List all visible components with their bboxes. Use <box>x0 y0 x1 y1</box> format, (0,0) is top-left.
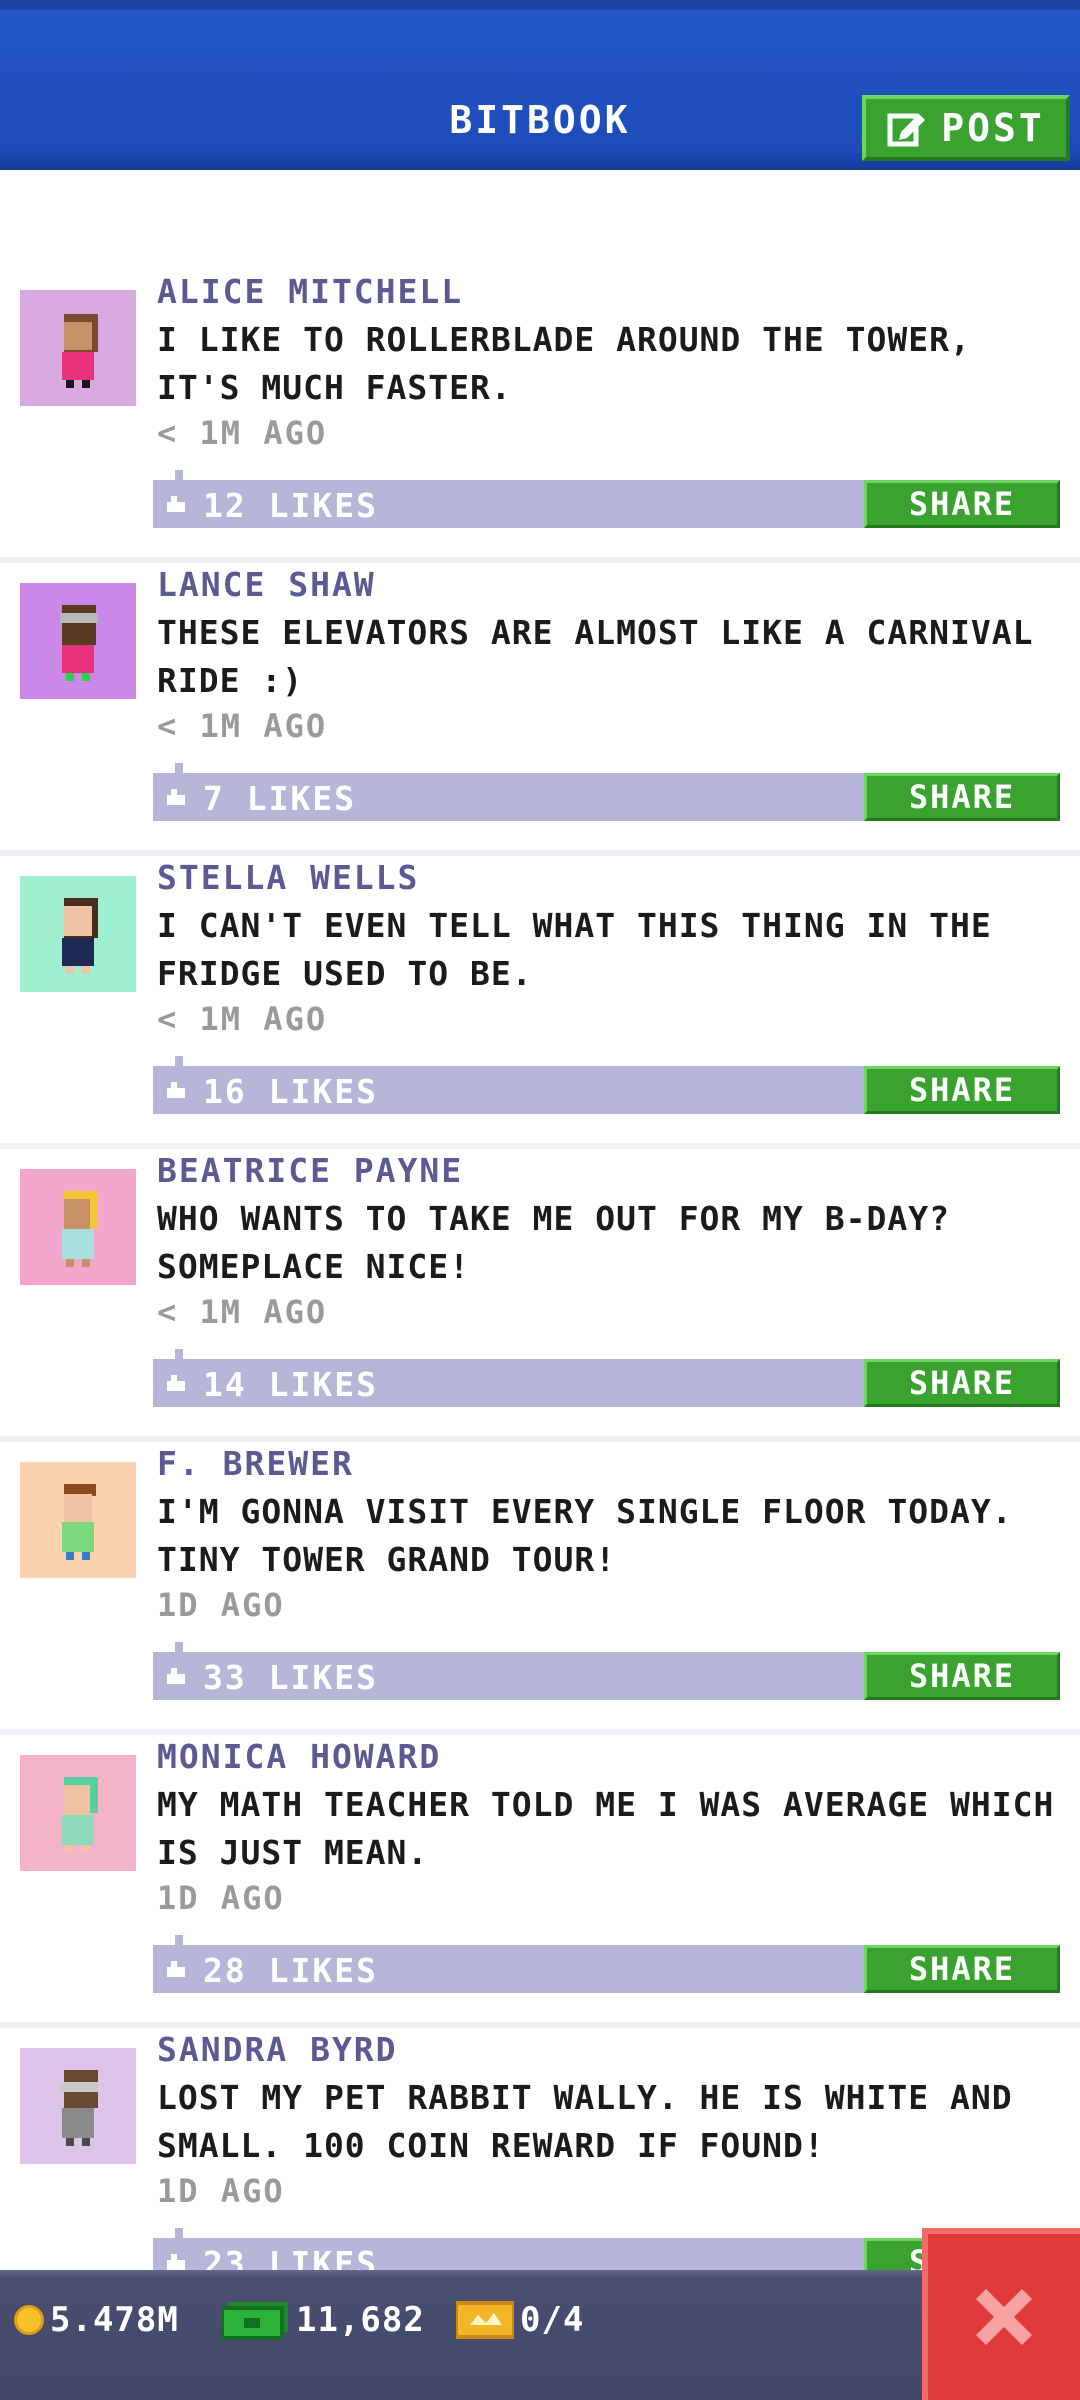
post-author[interactable]: SANDRA BYRD <box>157 2030 398 2069</box>
list-item: SANDRA BYRD LOST MY PET RABBIT WALLY. HE… <box>0 2028 1080 2270</box>
thumbs-up-icon <box>167 1082 185 1098</box>
like-bar[interactable]: 33 LIKES SHARE <box>153 1642 1060 1700</box>
thumbs-up-icon <box>167 2254 185 2270</box>
share-button[interactable]: SHARE <box>864 1945 1060 1993</box>
like-bar[interactable]: 7 LIKES SHARE <box>153 763 1060 821</box>
thumbs-up-icon <box>167 1668 185 1684</box>
post-author[interactable]: STELLA WELLS <box>157 858 419 897</box>
header: BITBOOK POST <box>0 0 1080 170</box>
close-icon <box>976 2289 1032 2345</box>
avatar <box>20 290 136 406</box>
tickets-stat: 0/4 <box>456 2300 584 2340</box>
like-count: 14 LIKES <box>203 1365 378 1404</box>
post-button[interactable]: POST <box>862 95 1070 161</box>
like-count: 28 LIKES <box>203 1951 378 1990</box>
post-timestamp: < 1M AGO <box>157 1000 328 1038</box>
avatar <box>20 2048 136 2164</box>
like-count: 16 LIKES <box>203 1072 378 1111</box>
status-bar: 5.478M 11,682 0/4 <box>0 2270 1080 2400</box>
post-message: MY MATH TEACHER TOLD ME I WAS AVERAGE WH… <box>157 1785 1055 1872</box>
post-message: I CAN'T EVEN TELL WHAT THIS THING IN THE… <box>157 906 992 993</box>
thumbs-up-icon <box>167 789 185 805</box>
avatar <box>20 1169 136 1285</box>
post-message: THESE ELEVATORS ARE ALMOST LIKE A CARNIV… <box>157 613 1034 700</box>
like-count: 7 LIKES <box>203 779 357 818</box>
share-button[interactable]: SHARE <box>864 1359 1060 1407</box>
list-item: STELLA WELLS I CAN'T EVEN TELL WHAT THIS… <box>0 856 1080 1149</box>
coins-value: 5.478M <box>50 2300 179 2340</box>
list-item: ALICE MITCHELL I LIKE TO ROLLERBLADE ARO… <box>0 270 1080 563</box>
post-timestamp: < 1M AGO <box>157 707 328 745</box>
post-author[interactable]: BEATRICE PAYNE <box>157 1151 463 1190</box>
post-timestamp: 1D AGO <box>157 1879 285 1917</box>
like-count: 23 LIKES <box>203 2244 378 2270</box>
coins-stat: 5.478M <box>14 2300 179 2340</box>
tickets-value: 0/4 <box>520 2300 585 2340</box>
post-timestamp: 1D AGO <box>157 2172 285 2210</box>
thumbs-up-icon <box>167 1375 185 1391</box>
list-item: BEATRICE PAYNE WHO WANTS TO TAKE ME OUT … <box>0 1149 1080 1442</box>
thumbs-up-icon <box>167 1961 185 1977</box>
list-item: LANCE SHAW THESE ELEVATORS ARE ALMOST LI… <box>0 563 1080 856</box>
like-bar[interactable]: 14 LIKES SHARE <box>153 1349 1060 1407</box>
like-bar[interactable]: 28 LIKES SHARE <box>153 1935 1060 1993</box>
post-button-label: POST <box>941 106 1045 150</box>
post-timestamp: < 1M AGO <box>157 1293 328 1331</box>
list-item: MONICA HOWARD MY MATH TEACHER TOLD ME I … <box>0 1735 1080 2028</box>
close-button[interactable] <box>922 2228 1080 2400</box>
feed-list[interactable]: ALICE MITCHELL I LIKE TO ROLLERBLADE ARO… <box>0 170 1080 2270</box>
avatar <box>20 1755 136 1871</box>
post-author[interactable]: ALICE MITCHELL <box>157 272 463 311</box>
like-count: 12 LIKES <box>203 486 378 525</box>
post-message: LOST MY PET RABBIT WALLY. HE IS WHITE AN… <box>157 2078 1013 2165</box>
share-button[interactable]: SHARE <box>864 1066 1060 1114</box>
avatar <box>20 583 136 699</box>
bux-value: 11,682 <box>296 2300 425 2340</box>
list-item: F. BREWER I'M GONNA VISIT EVERY SINGLE F… <box>0 1442 1080 1735</box>
compose-icon <box>887 108 927 148</box>
post-message: I'M GONNA VISIT EVERY SINGLE FLOOR TODAY… <box>157 1492 1013 1579</box>
share-button[interactable]: SHARE <box>864 773 1060 821</box>
bux-stat: 11,682 <box>222 2300 425 2340</box>
post-author[interactable]: F. BREWER <box>157 1444 354 1483</box>
share-button[interactable]: SHARE <box>864 1652 1060 1700</box>
post-message: I LIKE TO ROLLERBLADE AROUND THE TOWER, … <box>157 320 971 407</box>
thumbs-up-icon <box>167 496 185 512</box>
like-count: 33 LIKES <box>203 1658 378 1697</box>
post-author[interactable]: LANCE SHAW <box>157 565 376 604</box>
avatar <box>20 876 136 992</box>
bux-icon <box>222 2302 288 2340</box>
post-timestamp: < 1M AGO <box>157 414 328 452</box>
like-bar[interactable]: 16 LIKES SHARE <box>153 1056 1060 1114</box>
ticket-icon <box>456 2301 514 2339</box>
post-message: WHO WANTS TO TAKE ME OUT FOR MY B-DAY? S… <box>157 1199 950 1286</box>
share-button[interactable]: SHARE <box>864 480 1060 528</box>
coin-icon <box>14 2305 44 2335</box>
avatar <box>20 1462 136 1578</box>
post-timestamp: 1D AGO <box>157 1586 285 1624</box>
post-author[interactable]: MONICA HOWARD <box>157 1737 441 1776</box>
like-bar[interactable]: 12 LIKES SHARE <box>153 470 1060 528</box>
